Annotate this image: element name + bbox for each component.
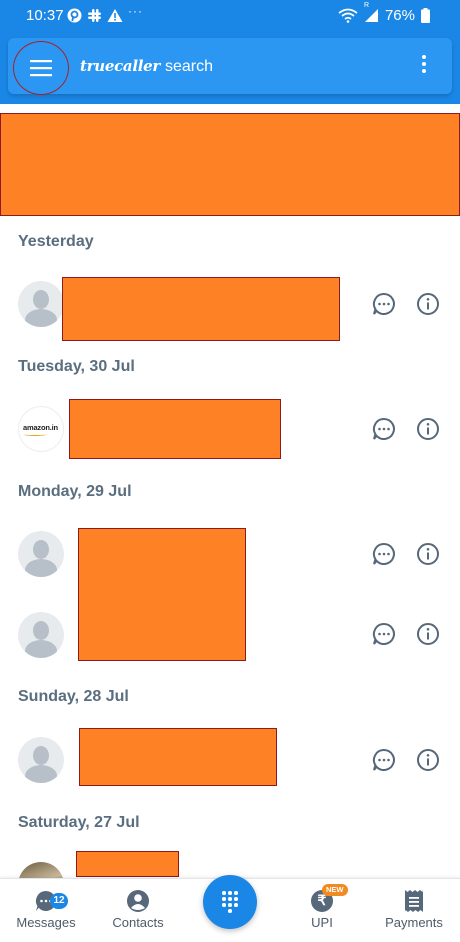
info-icon[interactable] (416, 542, 440, 566)
status-notification-icons (67, 8, 123, 23)
redacted-banner[interactable] (0, 113, 460, 216)
info-icon[interactable] (416, 292, 440, 316)
receipt-icon (405, 890, 423, 912)
info-icon[interactable] (416, 622, 440, 646)
amazon-avatar[interactable]: amazon.in (18, 406, 64, 452)
info-icon[interactable] (416, 748, 440, 772)
redacted-caller-info[interactable] (69, 399, 281, 459)
message-icon[interactable] (372, 622, 396, 646)
upi-label: UPI (311, 915, 333, 930)
status-time: 10:37 (26, 7, 64, 24)
slack-icon (88, 9, 101, 22)
redacted-caller-info[interactable] (78, 528, 246, 661)
nav-contacts[interactable]: Contacts (98, 889, 178, 930)
signal-indicator: R (364, 2, 379, 23)
redacted-caller-info[interactable] (79, 728, 277, 786)
info-icon[interactable] (416, 417, 440, 441)
dialpad-icon (222, 891, 238, 913)
hamburger-icon (30, 60, 52, 77)
avatar[interactable] (18, 281, 64, 327)
pinterest-icon (67, 8, 82, 23)
truecaller-logo: truecaller (80, 57, 160, 75)
signal-icon (364, 9, 378, 22)
avatar[interactable] (18, 612, 64, 658)
redacted-caller-info[interactable] (76, 851, 179, 877)
status-bar: 10:37 ··· R 76% (0, 0, 460, 32)
section-header-tuesday-30-jul: Tuesday, 30 Jul (18, 358, 135, 375)
battery-icon (421, 8, 430, 23)
messages-label: Messages (16, 915, 76, 930)
overflow-menu-icon[interactable] (417, 55, 431, 77)
payments-label: Payments (385, 915, 443, 930)
avatar[interactable] (18, 737, 64, 783)
search-field[interactable]: truecaller search (80, 57, 213, 76)
dialpad-button[interactable] (203, 875, 257, 929)
nav-messages[interactable]: 12 Messages (6, 889, 86, 930)
nav-payments[interactable]: Payments (374, 889, 454, 930)
message-icon[interactable] (372, 417, 396, 441)
upi-new-badge: NEW (322, 884, 348, 896)
section-header-sunday-28-jul: Sunday, 28 Jul (18, 688, 129, 705)
search-placeholder: search (164, 58, 214, 75)
contacts-icon (127, 890, 149, 912)
message-icon[interactable] (372, 292, 396, 316)
amazon-smile-icon (24, 433, 46, 436)
search-bar[interactable] (8, 38, 452, 94)
messages-badge: 12 (50, 893, 68, 909)
rupee-symbol: ₹ (317, 892, 327, 908)
contacts-label: Contacts (112, 915, 164, 930)
battery-percent: 76% (384, 7, 415, 24)
warning-icon (107, 9, 123, 22)
menu-button[interactable] (13, 41, 69, 95)
message-icon[interactable] (372, 542, 396, 566)
more-notifications-indicator: ··· (128, 4, 143, 18)
message-icon[interactable] (372, 748, 396, 772)
section-header-yesterday: Yesterday (18, 233, 94, 250)
nav-upi[interactable]: ₹ UPI (282, 889, 362, 930)
section-header-saturday-27-jul: Saturday, 27 Jul (18, 814, 140, 831)
amazon-logo-text: amazon.in (23, 423, 58, 432)
section-header-monday-29-jul: Monday, 29 Jul (18, 483, 132, 500)
wifi-icon (338, 8, 358, 23)
status-system-icons: R 76% (338, 2, 430, 24)
redacted-caller-info[interactable] (62, 277, 340, 341)
avatar[interactable] (18, 531, 64, 577)
